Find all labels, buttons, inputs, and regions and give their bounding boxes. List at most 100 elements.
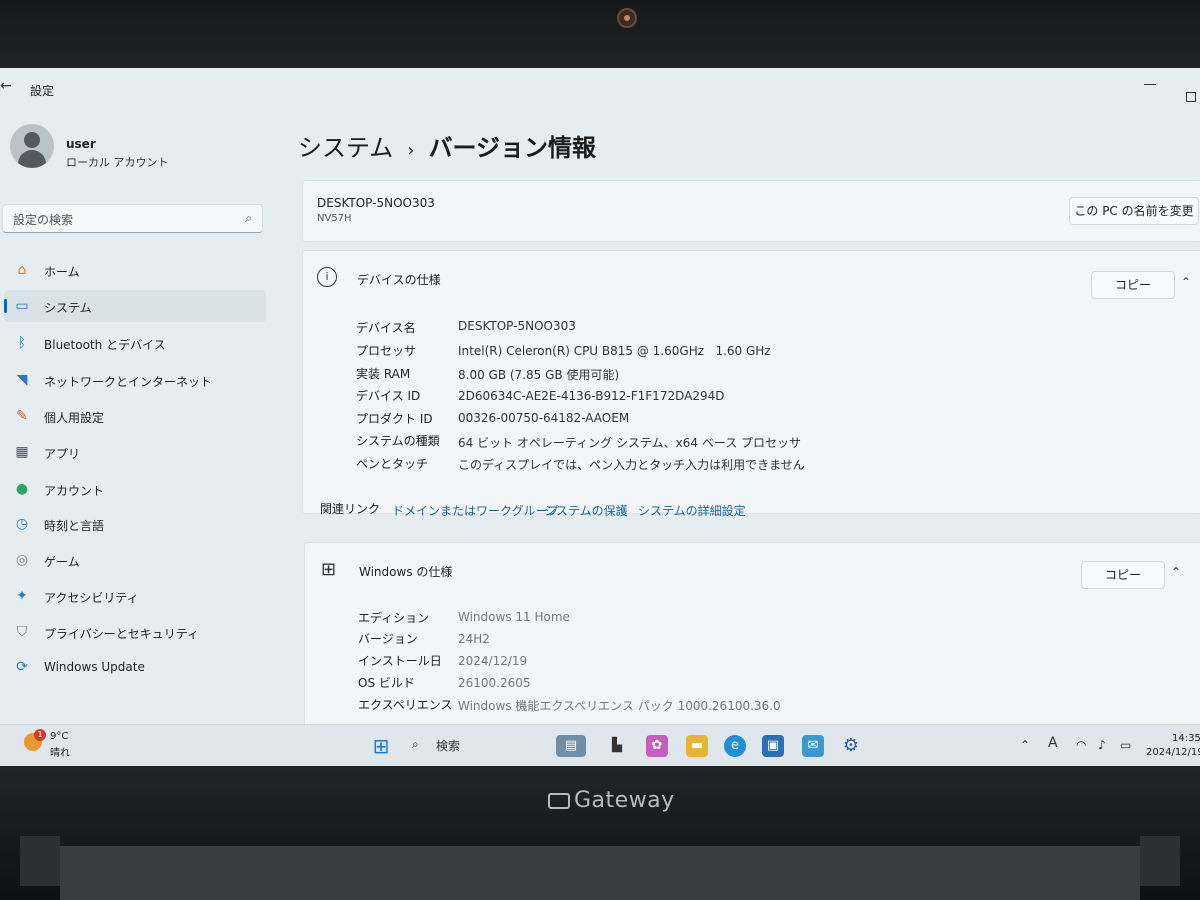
clock-time[interactable]: 14:35	[1172, 733, 1200, 744]
sidebar-item-label: プライバシーとセキュリティ	[44, 627, 200, 641]
system-protection-link[interactable]: システムの保護	[544, 502, 628, 519]
sidebar-item-privacy[interactable]: ⛉ プライバシーとセキュリティ	[4, 616, 266, 648]
sidebar-item-label: Windows Update	[44, 660, 145, 674]
search-icon[interactable]: ⌕	[412, 737, 419, 752]
spec-value: 26100.2605	[458, 676, 531, 690]
rename-pc-label: この PC の名前を変更	[1074, 204, 1194, 218]
spec-label: エディション	[358, 611, 430, 625]
spec-label: プロセッサ	[356, 344, 417, 358]
pc-name-card: DESKTOP-5NOO303 NV57H この PC の名前を変更	[302, 180, 1200, 242]
spec-label: プロダクト ID	[356, 412, 433, 426]
wifi-icon[interactable]: ◠	[1076, 738, 1086, 752]
brand-logo: Gateway	[548, 788, 675, 813]
sidebar-item-label: ネットワークとインターネット	[44, 375, 213, 389]
taskbar: 1 9°C 晴れ ⊞ ⌕ 検索 ▤ ▙ ✿ ▬ e ▣ ✉ ⚙ ⌃ A ◠ ♪ …	[0, 724, 1200, 768]
back-button[interactable]: ←	[0, 78, 12, 94]
sidebar-item-gaming[interactable]: ◎ ゲーム	[4, 544, 266, 576]
weather-condition: 晴れ	[50, 748, 70, 759]
file-explorer-icon[interactable]: ▬	[686, 735, 708, 757]
sidebar-item-time-language[interactable]: ◷ 時刻と言語	[4, 508, 266, 540]
apps-icon: ▦	[15, 444, 29, 460]
sidebar-item-personalization[interactable]: ✎ 個人用設定	[4, 400, 266, 432]
battery-icon[interactable]: ▭	[1120, 738, 1131, 752]
advanced-system-settings-link[interactable]: システムの詳細設定	[638, 502, 746, 519]
rename-pc-button[interactable]: この PC の名前を変更	[1069, 197, 1199, 225]
maximize-icon[interactable]	[1186, 92, 1196, 102]
account-icon: ●	[15, 481, 29, 497]
spec-label: システムの種類	[356, 434, 440, 448]
screen: ← 設定 user ローカル アカウント 設定の検索 ⌕ ⌂ ホーム ▭ システ…	[0, 68, 1200, 768]
sidebar-item-system[interactable]: ▭ システム	[4, 290, 266, 322]
sidebar-item-label: 個人用設定	[44, 411, 105, 425]
brand-mark-icon	[548, 793, 570, 809]
sidebar-item-label: 時刻と言語	[44, 519, 105, 533]
spec-value: 8.00 GB (7.85 GB 使用可能)	[458, 368, 620, 382]
spec-value: Windows 11 Home	[458, 610, 570, 624]
webcam	[617, 8, 637, 28]
task-view-icon[interactable]: ▙	[606, 735, 628, 757]
spec-value: このディスプレイでは、ペン入力とタッチ入力は利用できません	[458, 458, 805, 472]
minimize-icon[interactable]	[1144, 84, 1156, 85]
avatar[interactable]	[10, 124, 54, 168]
collapse-chevron-icon[interactable]: ⌃	[1171, 565, 1181, 579]
right-hinge	[1140, 836, 1180, 886]
clock-date[interactable]: 2024/12/19	[1146, 747, 1200, 758]
window-title: 設定	[30, 84, 55, 98]
settings-gear-icon[interactable]: ⚙	[840, 735, 862, 757]
spec-label: OS ビルド	[358, 676, 415, 690]
search-input[interactable]: 設定の検索 ⌕	[2, 204, 263, 233]
gamepad-icon: ◎	[15, 552, 29, 568]
accessibility-icon: ✦	[16, 588, 28, 604]
brand-name: Gateway	[574, 788, 675, 813]
chevron-up-icon[interactable]: ⌃	[1020, 738, 1030, 752]
sidebar-item-network[interactable]: ◥ ネットワークとインターネット	[4, 364, 266, 396]
spec-label: エクスペリエンス	[358, 698, 453, 712]
breadcrumb: システム › バージョン情報	[298, 128, 596, 163]
left-hinge	[20, 836, 60, 886]
spec-label: デバイス ID	[356, 389, 421, 403]
account-type: ローカル アカウント	[66, 156, 169, 169]
weather-icon[interactable]: 1	[24, 729, 46, 751]
spec-label: 実装 RAM	[356, 367, 411, 381]
device-specs-card: i デバイスの仕様 コピー ⌃	[302, 250, 1200, 514]
sidebar-item-label: アカウント	[44, 484, 105, 498]
windows-specs-title: Windows の仕様	[359, 565, 453, 579]
shield-icon: ⛉	[16, 624, 28, 640]
start-icon[interactable]: ⊞	[370, 735, 392, 757]
sidebar-item-apps[interactable]: ▦ アプリ	[4, 436, 266, 468]
sidebar-item-label: システム	[44, 301, 92, 315]
info-icon: i	[317, 267, 337, 287]
domain-workgroup-link[interactable]: ドメインまたはワークグループ	[392, 502, 559, 519]
sidebar-item-windows-update[interactable]: ⟳ Windows Update	[4, 651, 266, 683]
globe-clock-icon: ◷	[15, 516, 29, 532]
mail-icon[interactable]: ✉	[802, 735, 824, 757]
spec-label: バージョン	[358, 632, 418, 646]
system-icon: ▭	[15, 298, 29, 314]
volume-icon[interactable]: ♪	[1098, 738, 1106, 752]
title-bar: ← 設定	[0, 68, 1200, 112]
store-icon[interactable]: ▣	[762, 735, 784, 757]
copy-label: コピー	[1114, 278, 1151, 292]
copilot-icon[interactable]: ✿	[646, 735, 668, 757]
edge-icon[interactable]: e	[724, 735, 746, 757]
spec-value: 2024/12/19	[458, 654, 528, 668]
widgets-icon[interactable]: ▤	[556, 735, 586, 757]
sidebar-item-home[interactable]: ⌂ ホーム	[4, 254, 266, 286]
spec-value: Intel(R) Celeron(R) CPU B815 @ 1.60GHz 1…	[458, 344, 771, 358]
ime-indicator[interactable]: A	[1048, 735, 1058, 751]
spec-label: インストール日	[358, 654, 442, 668]
sidebar-item-accounts[interactable]: ● アカウント	[4, 473, 266, 505]
taskbar-search-label[interactable]: 検索	[436, 737, 460, 754]
sidebar-item-bluetooth[interactable]: ᛒ Bluetooth とデバイス	[4, 327, 266, 359]
update-icon: ⟳	[16, 659, 28, 675]
breadcrumb-parent[interactable]: システム	[298, 134, 393, 162]
weather-temperature: 9°C	[50, 731, 69, 742]
windows-specs-copy-button[interactable]: コピー	[1081, 561, 1165, 589]
user-name: user	[66, 137, 96, 151]
collapse-chevron-icon[interactable]: ⌃	[1181, 275, 1191, 289]
device-specs-copy-button[interactable]: コピー	[1091, 271, 1175, 299]
spec-value: 00326-00750-64182-AAOEM	[458, 411, 630, 425]
related-links-label: 関連リンク	[320, 502, 381, 516]
sidebar-item-accessibility[interactable]: ✦ アクセシビリティ	[4, 580, 266, 612]
page-title: バージョン情報	[428, 134, 597, 162]
